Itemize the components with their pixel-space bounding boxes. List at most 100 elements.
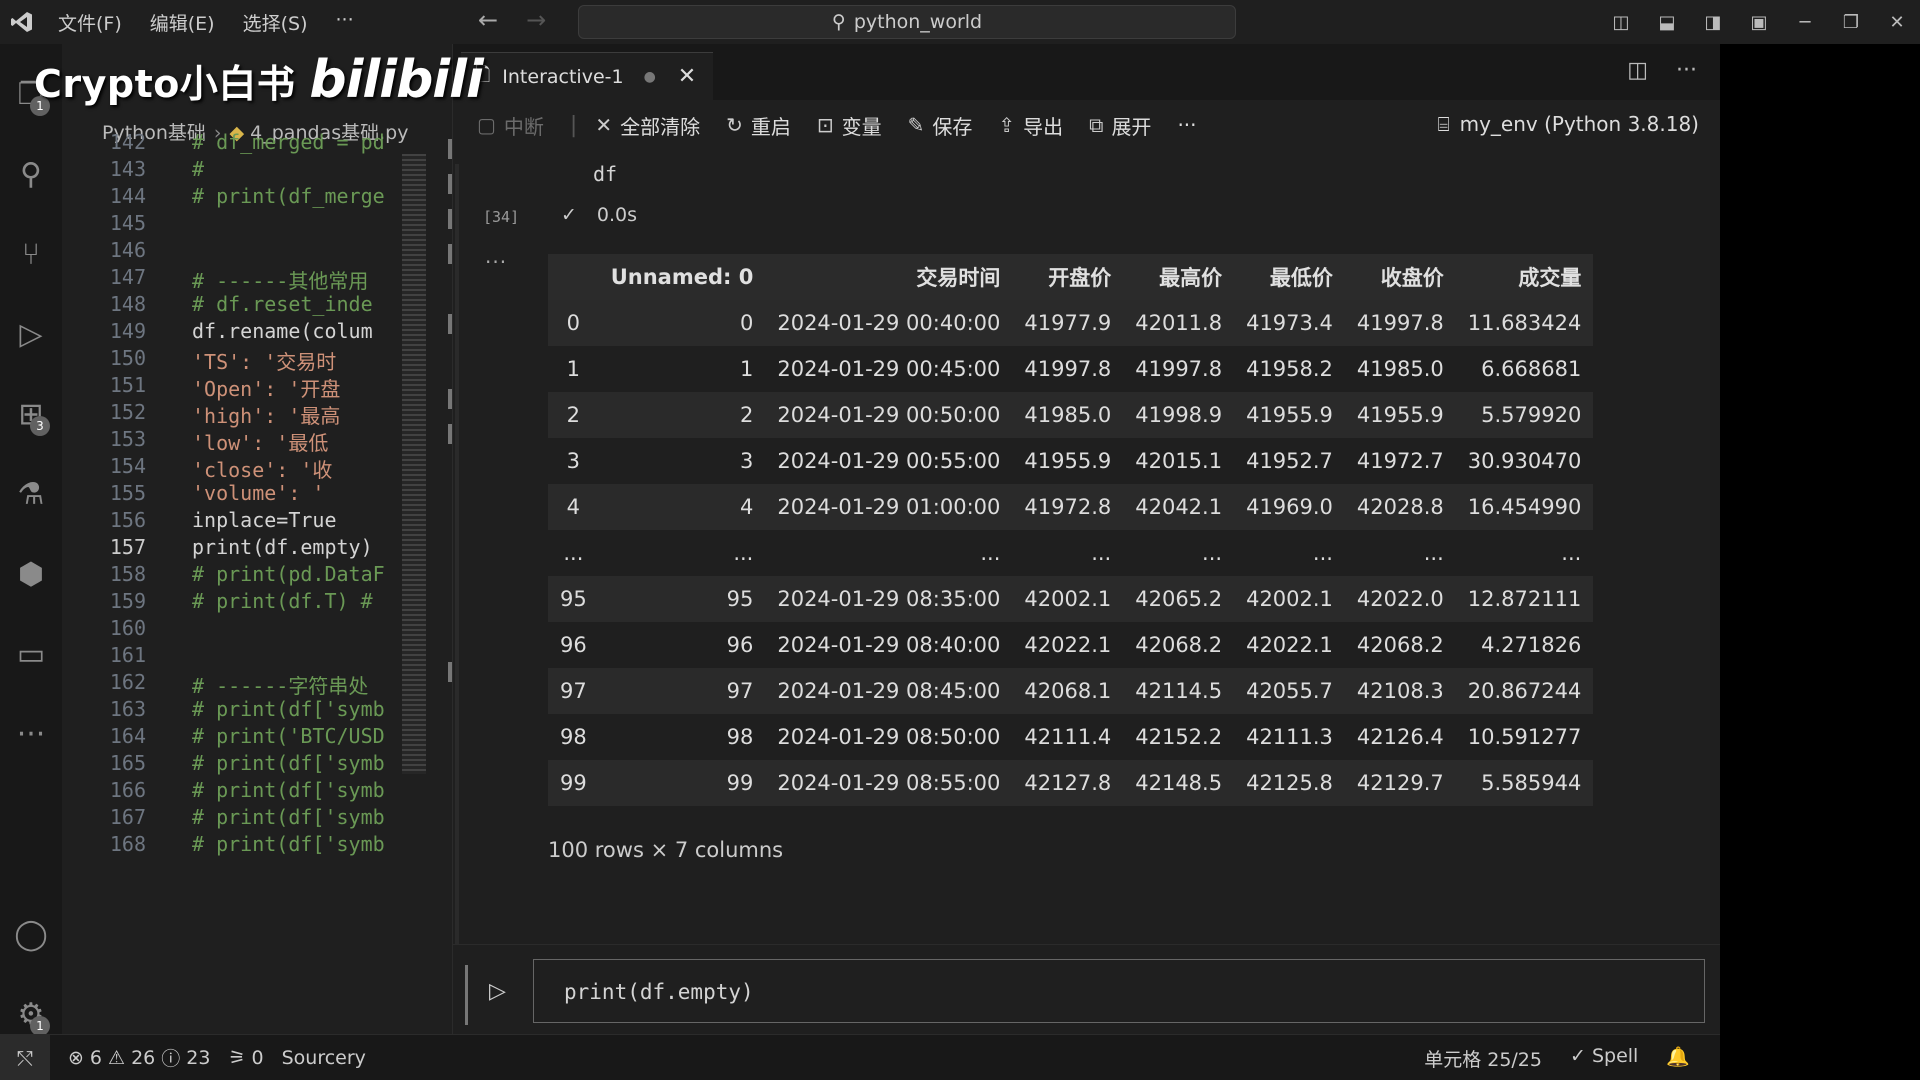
restart-button[interactable]: ↻ 重启 xyxy=(726,111,791,140)
table-cell: 42148.5 xyxy=(1123,760,1235,806)
menu-more[interactable]: ··· xyxy=(322,9,368,36)
minimap[interactable] xyxy=(402,154,426,774)
row-index: 2 xyxy=(548,392,599,438)
source-control-icon[interactable]: ⑂ xyxy=(0,224,62,284)
remote-indicator-icon[interactable]: ⤲ xyxy=(0,1034,50,1080)
info-icon: ⓘ xyxy=(161,1048,181,1070)
table-cell: 42065.2 xyxy=(1123,576,1235,622)
code-input-box[interactable]: print(df.empty) xyxy=(533,959,1705,1023)
table-cell: 41972.7 xyxy=(1344,438,1456,484)
column-header xyxy=(548,254,599,300)
vscode-logo-icon xyxy=(0,0,44,44)
toggle-secondary-sidebar-icon[interactable]: ◨ xyxy=(1690,12,1736,33)
expand-button[interactable]: ⧉ 展开 xyxy=(1089,111,1151,140)
table-cell: 41952.7 xyxy=(1234,438,1345,484)
code-text: # print(df.T) # xyxy=(192,589,373,613)
account-icon[interactable]: ◯ xyxy=(0,904,62,964)
clear-all-button[interactable]: ✕ 全部清除 xyxy=(595,111,700,140)
row-index: 95 xyxy=(548,576,599,622)
code-text: 'high': '最高 xyxy=(192,404,341,428)
cell-code[interactable]: df xyxy=(593,162,617,186)
command-center-search[interactable]: ⚲ python_world xyxy=(578,5,1236,39)
run-cell-icon[interactable]: ▷ xyxy=(489,979,506,1004)
letterbox-right xyxy=(1720,44,1920,1034)
execution-count: [34] xyxy=(483,208,520,226)
check-icon: ✓ xyxy=(561,204,577,226)
table-cell: 4.271826 xyxy=(1455,622,1594,668)
export-button[interactable]: ⇪ 导出 xyxy=(998,111,1063,140)
execution-duration: 0.0s xyxy=(596,204,638,226)
variables-button[interactable]: ⊡ 变量 xyxy=(817,111,882,140)
back-arrow-icon[interactable]: ← xyxy=(478,6,498,34)
table-cell: 2024-01-29 08:50:00 xyxy=(765,714,1013,760)
menu-file[interactable]: 文件(F) xyxy=(44,9,136,36)
problems-indicator[interactable]: ⊗ 6 ⚠ 26 ⓘ 23 xyxy=(68,1044,210,1071)
variables-label: 变量 xyxy=(841,114,882,139)
cell-position[interactable]: 单元格 25/25 xyxy=(1424,1045,1542,1072)
notifications-bell-icon[interactable]: 🔔 xyxy=(1666,1045,1690,1072)
save-button[interactable]: ✎ 保存 xyxy=(908,111,973,140)
restore-button[interactable]: ❐ xyxy=(1828,12,1874,33)
minimize-button[interactable]: ─ xyxy=(1782,12,1828,33)
toolbar-divider: | xyxy=(569,112,578,138)
table-cell: 42028.8 xyxy=(1344,484,1456,530)
line-number: 164 xyxy=(109,724,146,748)
title-bar: 文件(F) 编辑(E) 选择(S) ··· ← → ⚲ python_world… xyxy=(0,0,1920,44)
table-cell: 2024-01-29 00:45:00 xyxy=(765,346,1013,392)
save-label: 保存 xyxy=(932,114,973,139)
extensions-icon[interactable]: ⊞ 3 xyxy=(0,384,62,444)
column-header: 交易时间 xyxy=(765,254,1013,300)
code-line[interactable]: 168 # print(df['symb xyxy=(62,832,452,865)
table-cell: 41985.0 xyxy=(1344,346,1456,392)
more-actions-icon[interactable]: ··· xyxy=(1676,58,1697,83)
code-editor[interactable]: Python基础 › ◆ 4_pandas基础.py 142 # df_merged … xyxy=(62,44,452,1034)
customize-layout-icon[interactable]: ▣ xyxy=(1736,12,1782,33)
run-debug-icon[interactable]: ▷ xyxy=(0,304,62,364)
code-text: # print(df['symb xyxy=(192,751,385,775)
row-index: 98 xyxy=(548,714,599,760)
toggle-panel-icon[interactable]: ⬓ xyxy=(1644,12,1690,33)
menu-bar: 文件(F) 编辑(E) 选择(S) ··· xyxy=(44,9,368,36)
tab-bar: 🗋 Interactive-1 ● ✕ ◫ ··· xyxy=(453,44,1721,100)
expand-label: 展开 xyxy=(1111,114,1152,139)
tab-interactive-1[interactable]: 🗋 Interactive-1 ● ✕ xyxy=(461,52,713,100)
ports-indicator[interactable]: ⚞ 0 xyxy=(228,1047,263,1069)
export-label: 导出 xyxy=(1023,114,1064,139)
folder-icon[interactable]: ▭ xyxy=(0,624,62,684)
interactive-toolbar: ▢ 中断 | ✕ 全部清除 ↻ 重启 ⊡ 变量 ✎ 保存 ⇪ 导出 ⧉ 展开 ··· ⌸ my… xyxy=(453,100,1721,150)
table-cell: 41985.0 xyxy=(1012,392,1124,438)
menu-selection[interactable]: 选择(S) xyxy=(229,9,322,36)
stop-icon: ▢ xyxy=(477,113,496,137)
line-number: 147 xyxy=(109,265,146,289)
warning-count: 26 xyxy=(131,1046,156,1069)
line-number: 158 xyxy=(109,562,146,586)
close-tab-icon[interactable]: ✕ xyxy=(678,64,696,89)
more-views-icon[interactable]: ··· xyxy=(0,704,62,764)
interrupt-button[interactable]: ▢ 中断 xyxy=(477,111,544,140)
testing-icon[interactable]: ⚗ xyxy=(0,464,62,524)
code-text: # xyxy=(192,157,205,181)
output-actions-icon[interactable]: ··· xyxy=(485,250,507,274)
sourcery-status[interactable]: Sourcery xyxy=(282,1047,366,1069)
restart-label: 重启 xyxy=(750,114,791,139)
status-bar: ⤲ ⊗ 6 ⚠ 26 ⓘ 23 ⚞ 0 Sourcery 单元格 25/25 ✓ Spe… xyxy=(0,1034,1720,1080)
split-editor-icon[interactable]: ◫ xyxy=(1627,58,1648,83)
row-index: 99 xyxy=(548,760,599,806)
table-row: 3 3 2024-01-29 00:55:00 41955.9 42015.1 41952… xyxy=(548,438,1594,484)
hexagon-extension-icon[interactable]: ⬢ xyxy=(0,544,62,604)
broadcast-icon: ⚞ xyxy=(228,1046,246,1069)
cell-gutter xyxy=(455,164,459,954)
forward-arrow-icon[interactable]: → xyxy=(526,6,546,34)
toolbar-more-button[interactable]: ··· xyxy=(1177,113,1196,137)
spell-status[interactable]: ✓ Spell xyxy=(1570,1045,1638,1072)
table-cell: 4 xyxy=(598,484,766,530)
code-text: # print(pd.DataF xyxy=(192,562,385,586)
close-window-button[interactable]: ✕ xyxy=(1874,12,1920,33)
table-cell: 41958.2 xyxy=(1234,346,1345,392)
search-icon[interactable]: ⚲ xyxy=(0,144,62,204)
menu-edit[interactable]: 编辑(E) xyxy=(136,9,229,36)
warning-icon: ⚠ xyxy=(108,1046,126,1069)
table-cell: ... xyxy=(1012,530,1124,576)
toggle-sidebar-icon[interactable]: ◫ xyxy=(1598,12,1644,33)
kernel-picker[interactable]: ⌸ my_env (Python 3.8.18) xyxy=(1438,112,1699,136)
